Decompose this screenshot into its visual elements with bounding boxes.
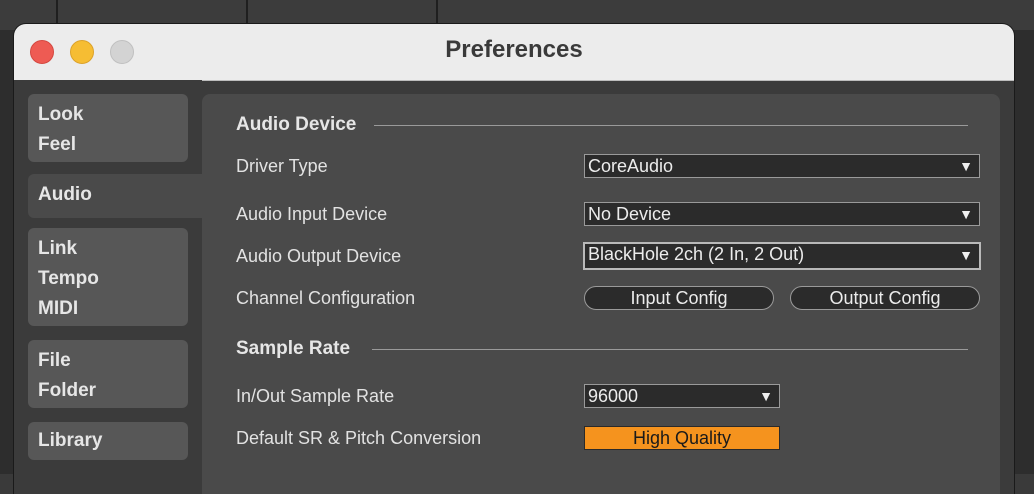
- audio-output-device-dropdown[interactable]: BlackHole 2ch (2 In, 2 Out) ▼: [583, 242, 981, 270]
- output-config-button[interactable]: Output Config: [790, 286, 980, 310]
- tab-label-audio: Audio: [38, 184, 92, 205]
- driver-type-value: CoreAudio: [588, 156, 674, 176]
- section-title-audio-device: Audio Device: [236, 114, 357, 135]
- high-quality-toggle[interactable]: High Quality: [584, 426, 780, 450]
- preferences-sidebar: Look Feel Audio Link Tempo MIDI File Fol…: [14, 80, 202, 494]
- in-out-sample-rate-value: 96000: [588, 386, 639, 406]
- audio-input-device-dropdown[interactable]: No Device ▼: [584, 202, 980, 226]
- tab-label-tempo: Tempo: [38, 268, 99, 289]
- tab-label-midi: MIDI: [38, 298, 79, 319]
- audio-preferences-panel: Audio Device Driver Type CoreAudio ▼ Aud…: [202, 94, 1000, 494]
- triangle-down-icon: ▼: [959, 247, 973, 263]
- section-title-sample-rate: Sample Rate: [236, 338, 351, 359]
- tab-audio[interactable]: Audio: [28, 174, 202, 218]
- audio-input-device-value: No Device: [588, 204, 672, 224]
- driver-type-dropdown[interactable]: CoreAudio ▼: [584, 154, 980, 178]
- tab-link-tempo-midi[interactable]: Link Tempo MIDI: [28, 228, 188, 326]
- tab-look-feel[interactable]: Look Feel: [28, 94, 188, 162]
- triangle-down-icon: ▼: [959, 206, 973, 222]
- default-sr-pitch-conversion-label: Default SR & Pitch Conversion: [236, 428, 482, 448]
- window-title: Preferences: [445, 36, 583, 63]
- tab-label-look: Look: [38, 104, 84, 125]
- audio-input-device-label: Audio Input Device: [236, 204, 388, 224]
- tab-label-feel: Feel: [38, 134, 77, 155]
- tab-label-file: File: [38, 350, 71, 371]
- tab-label-library: Library: [38, 430, 103, 451]
- triangle-down-icon: ▼: [759, 388, 773, 404]
- section-divider: [374, 125, 968, 126]
- audio-output-device-label: Audio Output Device: [236, 246, 402, 266]
- tab-label-link: Link: [38, 238, 78, 259]
- audio-output-device-value: BlackHole 2ch (2 In, 2 Out): [588, 244, 805, 264]
- triangle-down-icon: ▼: [959, 158, 973, 174]
- title-bar[interactable]: Preferences: [14, 24, 1014, 81]
- tab-file-folder[interactable]: File Folder: [28, 340, 188, 408]
- section-divider: [372, 349, 968, 350]
- in-out-sample-rate-dropdown[interactable]: 96000 ▼: [584, 384, 780, 408]
- input-config-button[interactable]: Input Config: [584, 286, 774, 310]
- in-out-sample-rate-label: In/Out Sample Rate: [236, 386, 395, 406]
- preferences-window: Preferences Look Feel Audio Link Tempo M…: [14, 24, 1014, 494]
- channel-configuration-label: Channel Configuration: [236, 288, 416, 308]
- tab-library[interactable]: Library: [28, 422, 188, 460]
- tab-label-folder: Folder: [38, 380, 97, 401]
- driver-type-label: Driver Type: [236, 156, 328, 176]
